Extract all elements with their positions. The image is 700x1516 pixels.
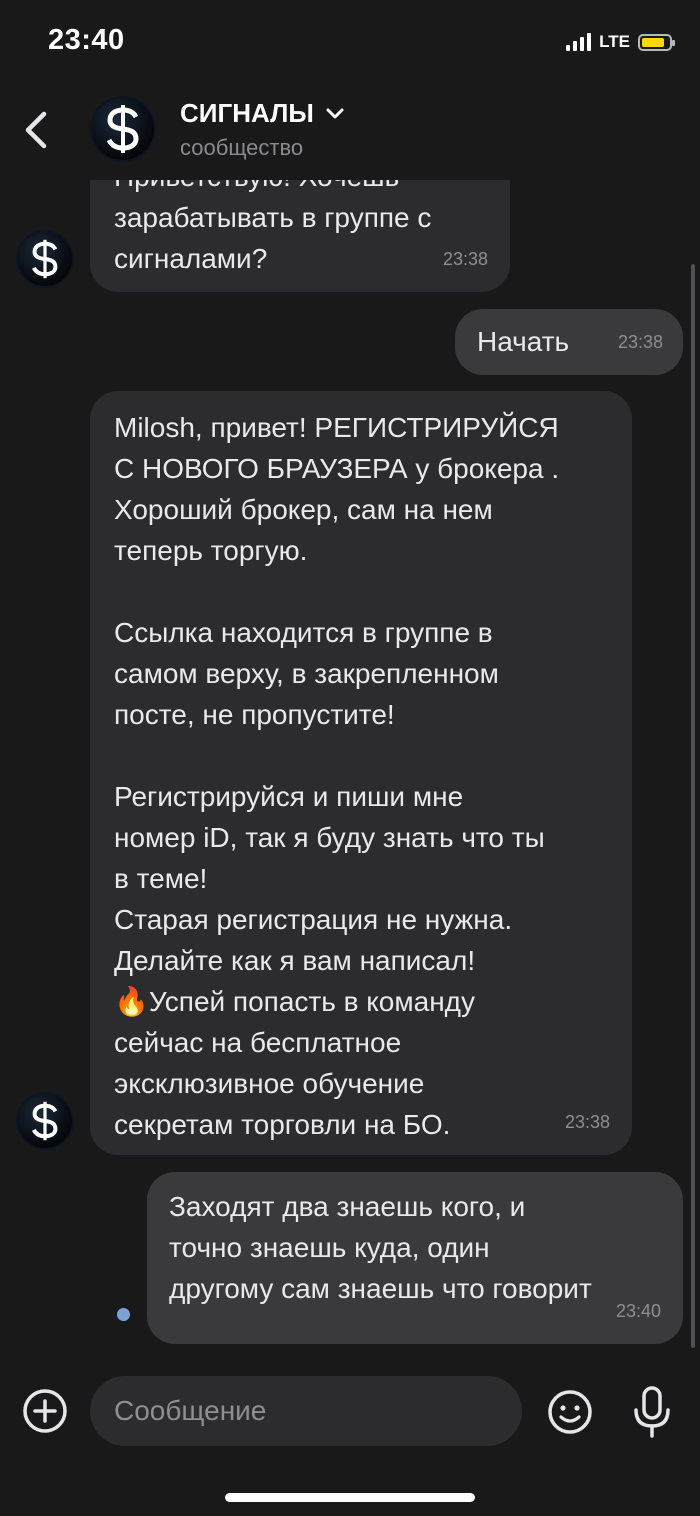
chat-subtitle: сообщество — [180, 135, 304, 160]
message-line: другому сам знаешь что говорит — [169, 1273, 592, 1304]
message-list[interactable]: Приветствую! Хочешь зарабатывать в групп… — [0, 180, 700, 1360]
sender-avatar[interactable] — [16, 230, 74, 288]
signal-icon — [566, 33, 592, 51]
message-line: Приветствую! Хочешь — [114, 180, 486, 197]
message-line: Старая регистрация не нужна. — [114, 904, 513, 935]
sender-avatar[interactable] — [16, 1092, 74, 1150]
message-time: 23:38 — [617, 332, 663, 352]
home-indicator[interactable] — [225, 1493, 475, 1502]
message-time: 23:38 — [564, 1112, 610, 1132]
message-line: номер iD, так я буду знать что ты — [114, 822, 545, 853]
message-time: 23:40 — [615, 1301, 661, 1321]
microphone-icon — [634, 1386, 670, 1438]
message-bubble-outgoing[interactable]: Заходят два знаешь кого, и точно знаешь … — [147, 1172, 683, 1344]
chat-title-group[interactable]: СИГНАЛЫ сообщество — [180, 98, 344, 161]
message-line: Регистрируйся и пиши мне — [114, 781, 464, 812]
message-line: Делайте как я вам написал! — [114, 945, 476, 976]
message-line: сейчас на бесплатное — [114, 1027, 402, 1058]
network-type: LTE — [599, 32, 630, 51]
dollar-logo-icon — [32, 1101, 58, 1141]
message-line: С НОВОГО БРАУЗЕРА у брокера . — [114, 453, 560, 484]
message-bubble-incoming[interactable]: Milosh, привет! РЕГИСТРИРУЙСЯ С НОВОГО Б… — [90, 391, 632, 1155]
message-line: теперь торгую. — [114, 535, 308, 566]
message-line: самом верху, в закрепленном — [114, 658, 499, 689]
chevron-down-icon — [326, 108, 344, 118]
voice-message-button[interactable] — [630, 1384, 674, 1440]
message-line — [114, 735, 608, 776]
message-line: эксклюзивное обучение — [114, 1068, 425, 1099]
message-line: посте, не пропустите! — [114, 699, 395, 730]
message-bubble-outgoing[interactable]: Начать 23:38 — [455, 309, 683, 375]
message-composer: Сообщение — [0, 1360, 700, 1460]
status-time: 23:40 — [48, 24, 125, 56]
unread-indicator — [117, 1308, 130, 1321]
chat-header: СИГНАЛЫ сообщество — [0, 84, 700, 180]
message-line: Milosh, привет! РЕГИСТРИРУЙСЯ — [114, 412, 559, 443]
emoji-icon — [548, 1390, 592, 1434]
message-line: секретам торговли на БО. — [114, 1109, 451, 1140]
message-line: Хороший брокер, сам на нем — [114, 494, 493, 525]
attach-button[interactable] — [22, 1388, 68, 1434]
community-avatar[interactable] — [90, 96, 156, 162]
back-button[interactable] — [18, 106, 58, 154]
message-line: в теме! — [114, 863, 208, 894]
scrollbar[interactable] — [691, 264, 695, 1348]
message-input-placeholder: Сообщение — [114, 1395, 267, 1426]
dollar-logo-icon — [106, 105, 139, 153]
message-bubble-incoming[interactable]: Приветствую! Хочешь зарабатывать в групп… — [90, 180, 510, 292]
message-line: точно знаешь куда, один — [169, 1232, 490, 1263]
message-line — [114, 571, 608, 612]
message-time: 23:38 — [442, 249, 488, 269]
message-line: Заходят два знаешь кого, и — [169, 1191, 526, 1222]
chat-title: СИГНАЛЫ — [180, 98, 314, 128]
message-input[interactable]: Сообщение — [90, 1376, 522, 1446]
plus-circle-icon — [23, 1389, 67, 1433]
battery-icon — [638, 33, 675, 51]
back-chevron-icon — [25, 111, 47, 149]
status-bar: 23:40 LTE — [0, 0, 700, 80]
message-line: сигналами? — [114, 243, 268, 274]
message-line: Ссылка находится в группе в — [114, 617, 493, 648]
dollar-logo-icon — [32, 239, 58, 279]
emoji-button[interactable] — [546, 1388, 594, 1436]
status-indicators: LTE — [566, 32, 675, 52]
message-line: зарабатывать в группе с — [114, 202, 432, 233]
message-line: 🔥Успей попасть в команду — [114, 986, 476, 1017]
